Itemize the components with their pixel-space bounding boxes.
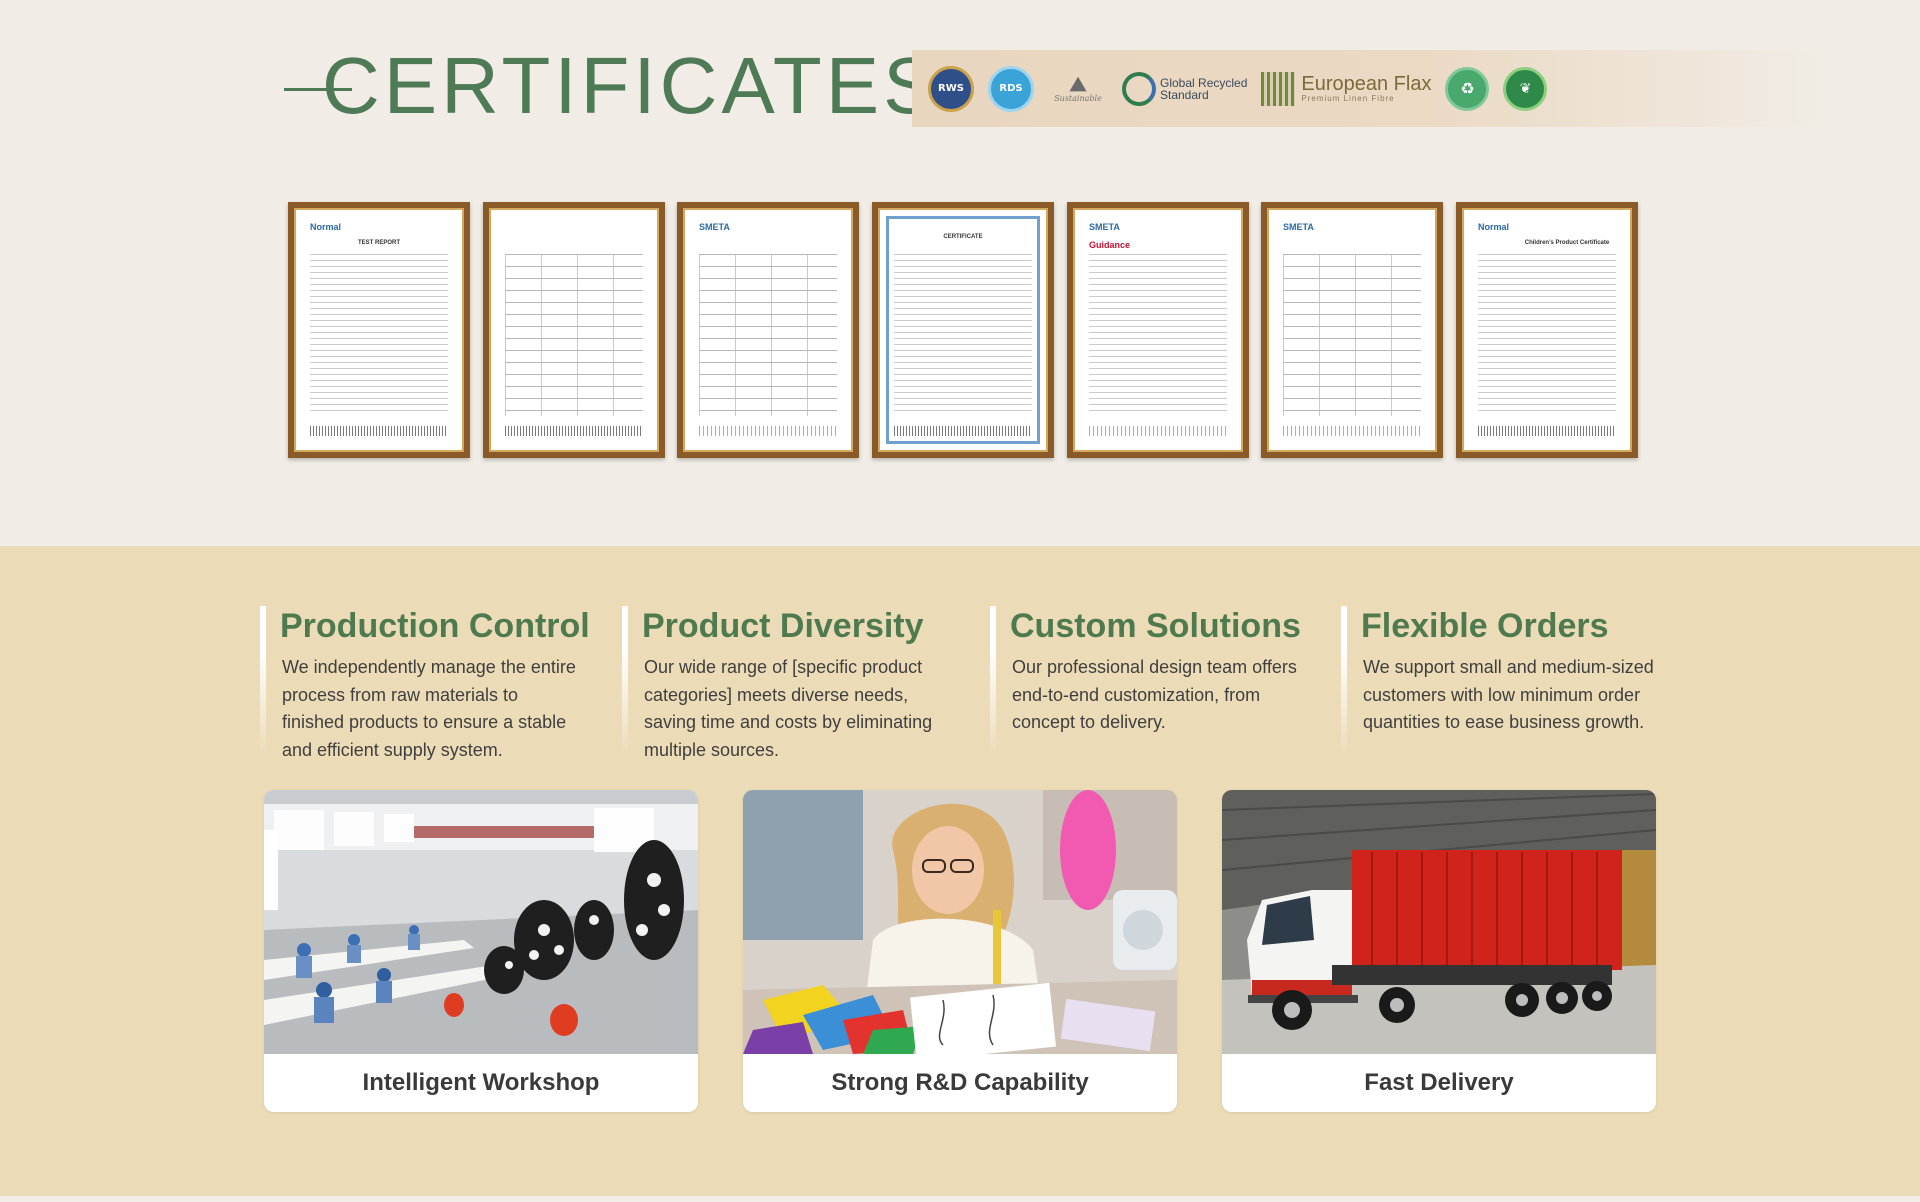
card-caption: Fast Delivery [1364, 1069, 1514, 1096]
document-text [1089, 254, 1227, 416]
card-strong-rd-capability[interactable]: Strong R&D Capability [743, 790, 1177, 1112]
card-fast-delivery[interactable]: Fast Delivery [1222, 790, 1656, 1112]
document-footer [1478, 426, 1616, 436]
recycled-badge-icon: ♻ [1445, 66, 1490, 111]
feature-accent-bar [260, 606, 266, 756]
recycle-swirl-icon [1122, 71, 1156, 106]
certificate-frame[interactable]: CERTIFICATE [872, 202, 1054, 458]
certificates-section: CERTIFICATES RWS RDS ⛰ Sustainable Globa… [0, 0, 1920, 546]
card-caption: Intelligent Workshop [362, 1069, 600, 1096]
feature-accent-bar [1341, 606, 1347, 756]
certificate-document: Normal Children's Product Certificate [1470, 216, 1624, 444]
document-logo: SMETA [699, 222, 730, 232]
flax-mark-icon [1261, 71, 1296, 106]
page-bottom-strip [0, 1196, 1920, 1202]
feature-accent-bar [990, 606, 996, 756]
mountain-icon: ⛰ [1069, 72, 1087, 96]
document-text [1283, 254, 1421, 416]
certificate-document [497, 216, 651, 444]
feature-title: Production Control [280, 607, 590, 645]
document-text [699, 254, 837, 416]
card-intelligent-workshop[interactable]: Intelligent Workshop [264, 790, 698, 1112]
garment-factory-workshop-photo [264, 790, 698, 1054]
certificate-document: CERTIFICATE [886, 216, 1040, 444]
certificates-title: CERTIFICATES [322, 41, 941, 130]
red-container-truck-photo [1222, 790, 1656, 1054]
certificate-document: SMETA Guidance [1081, 216, 1235, 444]
feature-title: Flexible Orders [1361, 607, 1609, 645]
sustainable-label: Sustainable [1054, 94, 1102, 103]
certificate-document: SMETA [691, 216, 845, 444]
document-barcode [310, 426, 448, 436]
global-recycled-standard-icon: Global Recycled Standard [1122, 71, 1248, 106]
document-footer [894, 426, 1032, 436]
european-flax-sub: Premium Linen Fibre [1301, 94, 1395, 103]
features-section: Production Control We independently mana… [0, 546, 1920, 1196]
certificate-frame[interactable]: Normal TEST REPORT [288, 202, 470, 458]
document-heading: TEST REPORT [357, 240, 400, 246]
document-text [505, 254, 643, 416]
document-heading: CERTIFICATE [943, 234, 983, 240]
document-footer [699, 426, 837, 436]
document-logo: SMETA [1283, 222, 1314, 232]
certificate-frame[interactable] [483, 202, 665, 458]
document-heading: Children's Product Certificate [1524, 240, 1610, 246]
feature-accent-bar [622, 606, 628, 756]
document-logo: Normal [310, 222, 342, 232]
feature-description: Our professional design team offers end-… [1012, 657, 1297, 732]
organic-badge-icon: ❦ [1503, 66, 1548, 111]
sustainable-icon: ⛰ Sustainable [1048, 67, 1108, 111]
european-flax-label: European Flax [1301, 73, 1432, 95]
document-text [894, 254, 1032, 416]
rds-badge-icon: RDS [988, 65, 1034, 112]
document-logo: Normal [1478, 222, 1510, 232]
certificate-document: SMETA [1275, 216, 1429, 444]
certification-logo-band: RWS RDS ⛰ Sustainable Global Recycled St… [912, 50, 1840, 127]
document-footer [505, 426, 643, 436]
document-logo: SMETA [1089, 222, 1120, 232]
feature-description: Our wide range of [specific product cate… [644, 657, 933, 760]
document-text [310, 254, 448, 416]
document-text [1478, 254, 1616, 416]
certificate-gallery: Normal TEST REPORT SMETA CERTIFICATE SME… [288, 202, 1638, 458]
document-footer [1283, 426, 1421, 436]
certificate-frame[interactable]: SMETA [1261, 202, 1443, 458]
certificate-frame[interactable]: SMETA Guidance [1067, 202, 1249, 458]
feature-description: We support small and medium-sized custom… [1363, 657, 1654, 732]
card-caption: Strong R&D Capability [831, 1069, 1089, 1096]
certificate-frame[interactable]: SMETA [677, 202, 859, 458]
document-heading: Guidance [1089, 240, 1131, 250]
feature-description: We independently manage the entire proce… [282, 657, 576, 760]
certificate-document: Normal TEST REPORT [302, 216, 456, 444]
feature-title: Product Diversity [642, 607, 924, 645]
grs-label: Global Recycled Standard [1160, 75, 1248, 102]
document-footer [1089, 426, 1227, 436]
rws-badge-icon: RWS [928, 65, 974, 112]
certificate-frame[interactable]: Normal Children's Product Certificate [1456, 202, 1638, 458]
designer-sketching-photo [743, 790, 1177, 1054]
european-flax-icon: European Flax Premium Linen Fibre [1261, 71, 1432, 106]
feature-title: Custom Solutions [1010, 607, 1301, 645]
